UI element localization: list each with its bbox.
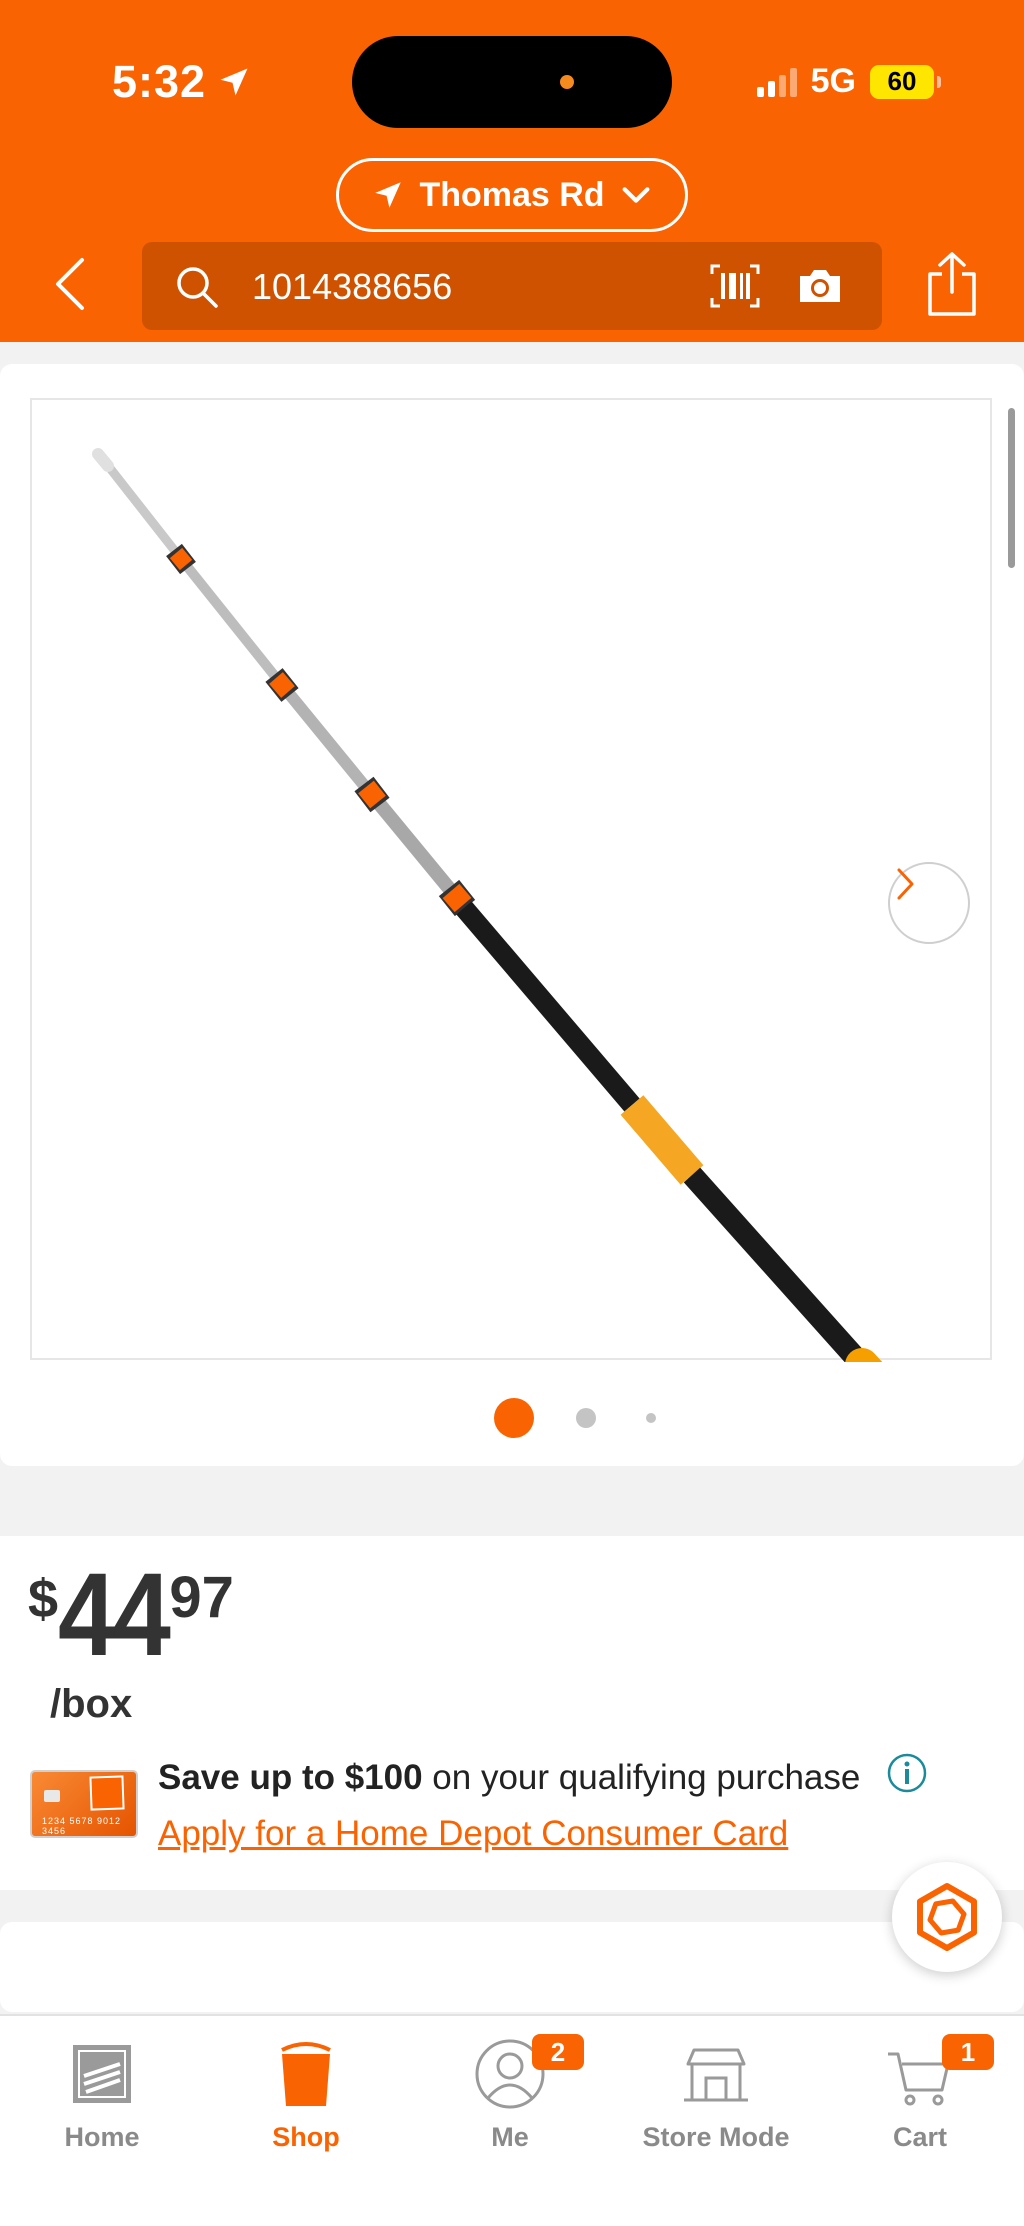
island-indicator-dot [560,75,574,89]
nav-item-home[interactable]: Home [0,2016,204,2166]
store-name: Thomas Rd [419,175,605,214]
promo-bold-text: Save up to $100 [158,1758,423,1797]
nav-label-cart: Cart [892,2122,947,2152]
pagination-dot[interactable] [576,1408,596,1428]
product-price: $ 44 97 [28,1556,234,1674]
bottom-navigation: Home Shop 2 Me Store Mode 1 Cart [0,2014,1024,2226]
cart-count-badge: 1 [942,2034,994,2070]
credit-card-image: 1234 5678 9012 3456 [30,1770,138,1838]
apply-card-link[interactable]: Apply for a Home Depot Consumer Card [158,1814,788,1854]
promo-rest-text: on your qualifying purchase [422,1758,861,1797]
search-icon [177,267,218,308]
price-section: $ 44 97 /box 1234 5678 9012 3456 Save up… [0,1536,1024,1890]
search-bar[interactable]: 1014388656 [142,242,882,330]
price-unit: /box [50,1682,133,1726]
telescoping-pole-image [92,448,883,1362]
gallery-pagination [0,1390,1024,1450]
barcode-scan-icon[interactable] [710,264,760,308]
chevron-down-icon [622,187,650,203]
hexagon-chat-icon [917,1883,977,1951]
navigation-arrow-icon [375,182,402,208]
search-input[interactable]: 1014388656 [252,266,452,308]
status-time: 5:32 [112,56,252,108]
battery-level: 60 [887,66,917,96]
home-depot-logo-icon [89,1775,125,1811]
price-whole: 44 [58,1549,171,1681]
pagination-dot-active[interactable] [494,1398,534,1438]
camera-icon[interactable] [796,266,844,306]
shopping-bucket-icon [281,2042,331,2106]
next-image-button[interactable] [888,862,970,944]
card-chip-icon [44,1790,60,1802]
nav-item-shop[interactable]: Shop [204,2016,408,2166]
back-button[interactable] [44,252,96,316]
price-dollar-sign: $ [28,1569,59,1629]
status-indicators: 5G 60 [756,62,941,101]
nav-label-shop: Shop [272,2122,340,2152]
next-section-card [0,1922,1024,2012]
price-cents: 97 [169,1565,234,1630]
battery-icon: 60 [870,64,941,99]
share-button[interactable] [922,250,982,320]
product-image-gallery [0,364,1024,1466]
location-arrow-icon [220,68,248,96]
chevron-right-icon [897,868,914,900]
chevron-left-icon [56,258,84,310]
dynamic-island [352,36,672,128]
pagination-dot[interactable] [646,1413,656,1423]
nav-item-cart[interactable]: 1 Cart [818,2016,1022,2166]
nav-label-me: Me [491,2122,529,2152]
store-selector[interactable]: Thomas Rd [336,158,688,232]
promo-text: Save up to $100 on your qualifying purch… [158,1758,860,1798]
home-depot-logo-icon [73,2045,131,2103]
status-time-text: 5:32 [112,56,207,107]
cellular-signal-icon [756,67,797,97]
me-notification-badge: 2 [532,2034,584,2070]
info-icon[interactable] [886,1752,928,1794]
nav-item-store-mode[interactable]: Store Mode [614,2016,818,2166]
network-type: 5G [810,62,856,100]
store-icon [684,2048,748,2102]
product-image[interactable] [30,398,992,1362]
chat-assistant-button[interactable] [892,1862,1002,1972]
nav-item-me[interactable]: 2 Me [408,2016,612,2166]
nav-label-home: Home [64,2122,140,2152]
app-header: 5:32 5G 60 Thomas Rd 1014388656 [0,0,1024,342]
nav-label-store-mode: Store Mode [642,2122,790,2152]
card-number: 1234 5678 9012 3456 [42,1816,122,1836]
scrollbar[interactable] [1008,408,1015,568]
share-icon [928,252,976,316]
